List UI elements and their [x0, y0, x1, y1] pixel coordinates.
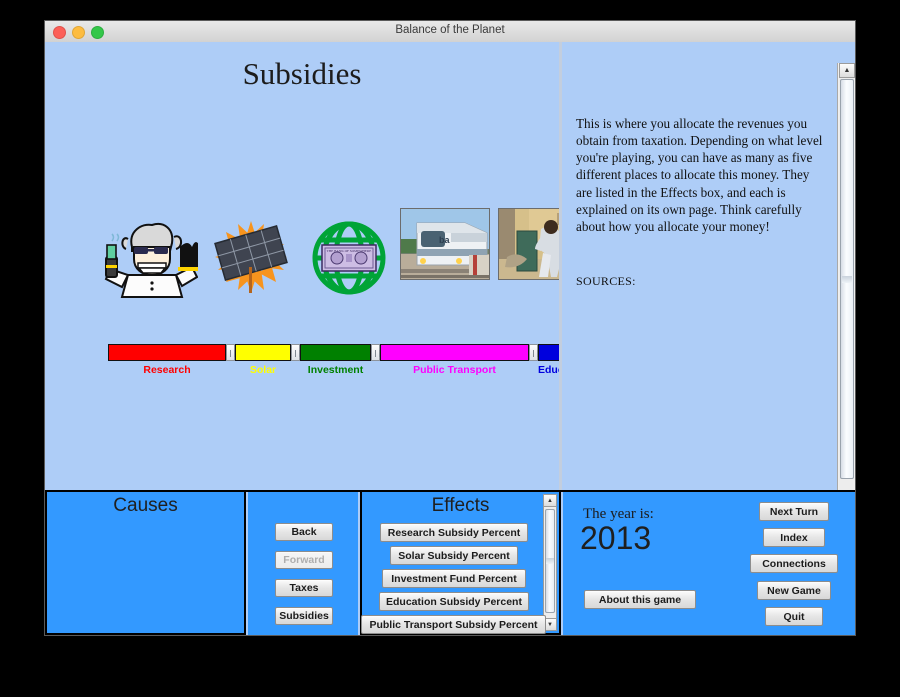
allocation-label-investment: Investment	[307, 364, 364, 376]
taxes-button[interactable]: Taxes	[275, 579, 333, 597]
subsidy-icons-row: THE BANK OF SOMEWHERE ba	[45, 207, 580, 317]
quit-button[interactable]: Quit	[765, 607, 823, 626]
effect-button-research-subsidy-percent[interactable]: Research Subsidy Percent	[380, 523, 528, 542]
effects-title: Effects	[431, 495, 490, 516]
allocation-bar-investment[interactable]	[300, 344, 371, 361]
allocation-bar-public-transport[interactable]	[380, 344, 529, 361]
effect-button-investment-fund-percent[interactable]: Investment Fund Percent	[382, 569, 526, 588]
effects-scrollbar[interactable]: ▲ ▼	[543, 494, 557, 631]
back-button[interactable]: Back	[275, 523, 333, 541]
sources-label: SOURCES:	[576, 274, 636, 288]
effect-button-solar-subsidy-percent[interactable]: Solar Subsidy Percent	[390, 546, 518, 565]
index-button[interactable]: Index	[763, 528, 825, 547]
globe-money-icon: THE BANK OF SOMEWHERE	[310, 213, 388, 308]
causes-title: Causes	[113, 495, 178, 516]
svg-text:ba: ba	[439, 235, 450, 245]
description-pane: This is where you allocate the revenues …	[562, 42, 837, 490]
status-panel: The year is: 2013 About this game Next T…	[563, 492, 855, 635]
about-this-game-button[interactable]: About this game	[584, 590, 696, 609]
new-game-button[interactable]: New Game	[757, 581, 831, 600]
effect-button-education-subsidy-percent[interactable]: Education Subsidy Percent	[379, 592, 529, 611]
navigation-panel: Back Forward Taxes Subsidies	[248, 492, 358, 635]
allocation-label-solar: Solar	[249, 364, 277, 376]
forward-button: Forward	[275, 551, 333, 569]
window-title: Balance of the Planet	[395, 24, 505, 36]
allocation-bars[interactable]	[108, 344, 588, 361]
allocation-label-public-transport: Public Transport	[413, 364, 496, 376]
allocation-bar-solar[interactable]	[235, 344, 291, 361]
causes-panel: Causes	[45, 492, 246, 635]
title-bar: Balance of the Planet	[45, 21, 855, 43]
scientist-icon	[98, 217, 200, 304]
allocation-handle-4[interactable]	[529, 344, 538, 361]
allocation-bar-labels: ResearchSolarInvestmentPublic TransportE…	[108, 364, 588, 380]
page-title: Subsidies	[242, 56, 362, 91]
effects-scroll-up-icon[interactable]: ▲	[544, 495, 556, 507]
description-text: This is where you allocate the revenues …	[576, 116, 823, 234]
scroll-up-icon[interactable]: ▲	[839, 63, 855, 78]
effects-panel: Effects ▲ ▼ Research Subsidy Percent Sola…	[360, 492, 561, 635]
allocation-bar-research[interactable]	[108, 344, 226, 361]
year-value: 2013	[580, 520, 652, 556]
effects-scrollbar-thumb[interactable]	[545, 509, 555, 613]
scrollbar-thumb[interactable]	[840, 79, 854, 479]
allocation-label-research: Research	[143, 364, 191, 376]
app-window: Balance of the Planet Subsidies THE BANK…	[44, 20, 856, 636]
allocation-handle-1[interactable]	[226, 344, 235, 361]
main-scrollbar[interactable]: ▲ ▼	[837, 63, 855, 511]
svg-text:THE BANK OF SOMEWHERE: THE BANK OF SOMEWHERE	[327, 249, 372, 253]
allocation-handle-2[interactable]	[291, 344, 300, 361]
bottom-bar: Causes Back Forward Taxes Subsidies Effects…	[45, 492, 855, 635]
solar-panel-icon	[205, 219, 297, 304]
train-icon: ba	[400, 208, 490, 280]
next-turn-button[interactable]: Next Turn	[759, 502, 829, 521]
content-area: Subsidies THE BANK OF SOMEWHERE ba Resea…	[45, 42, 855, 511]
subsidies-button[interactable]: Subsidies	[275, 607, 333, 625]
effect-button-public-transport-subsidy-percent[interactable]: Public Transport Subsidy Percent	[361, 615, 546, 634]
connections-button[interactable]: Connections	[750, 554, 838, 573]
allocation-handle-3[interactable]	[371, 344, 380, 361]
